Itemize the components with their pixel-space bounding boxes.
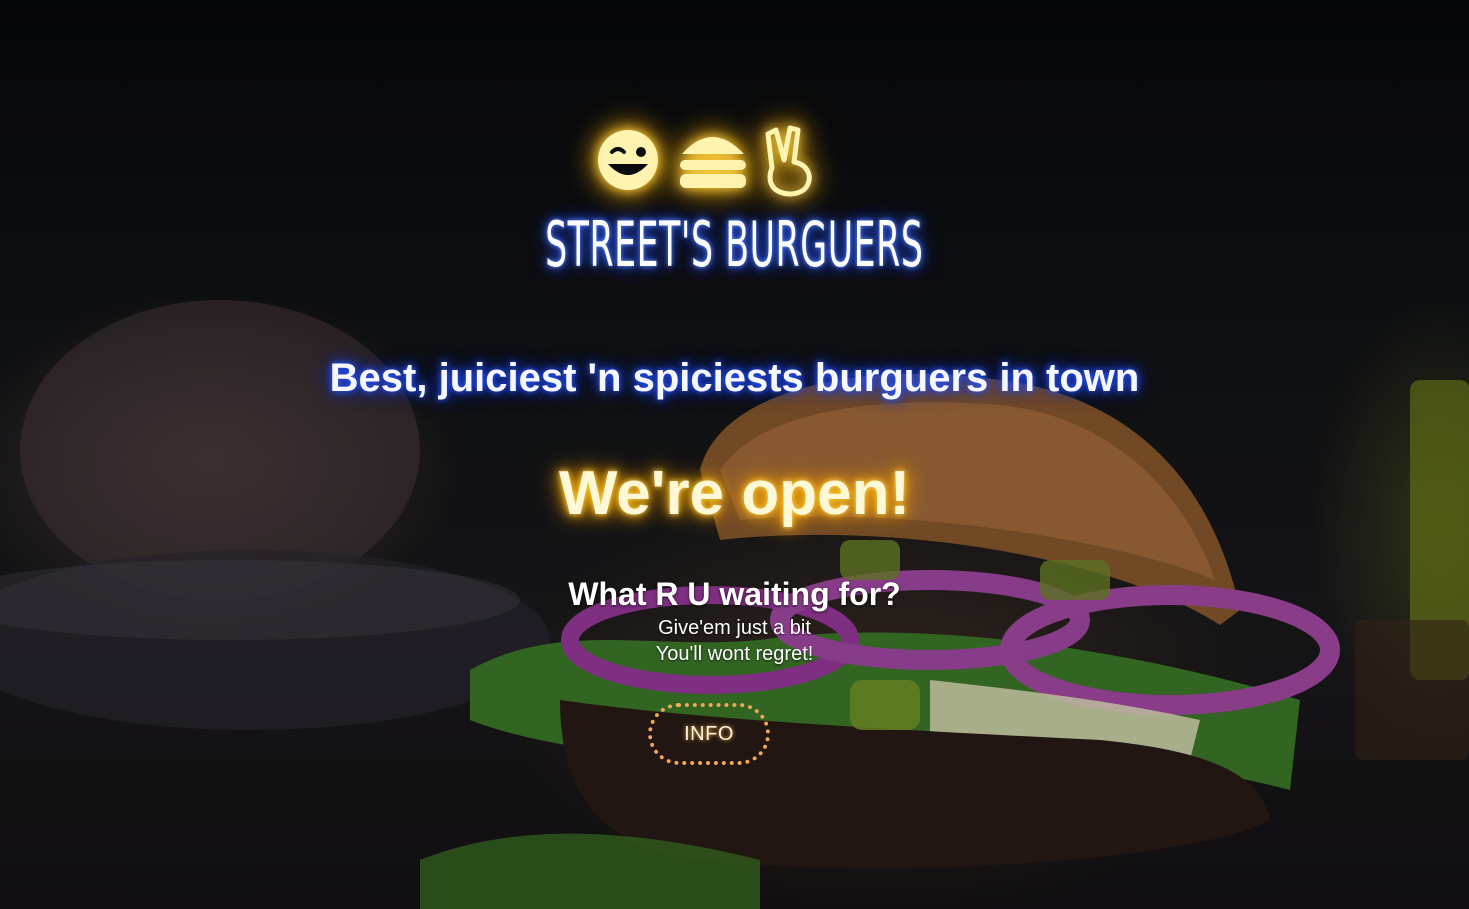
hero-section: STREET'S BURGUERS Best, juiciest 'n spic… bbox=[0, 0, 1469, 909]
tagline: Best, juiciest 'n spiciests burguers in … bbox=[329, 356, 1140, 400]
brand-title: STREET'S BURGUERS bbox=[545, 208, 924, 281]
call-to-action-line-1: Give'em just a bit bbox=[658, 617, 811, 639]
call-to-action-line-2: You'll wont regret! bbox=[655, 643, 814, 665]
burger-icon bbox=[680, 137, 746, 188]
logo-icons bbox=[594, 124, 824, 197]
info-button[interactable]: INFO bbox=[648, 703, 770, 765]
winking-face-icon bbox=[598, 130, 658, 190]
victory-hand-icon bbox=[765, 125, 812, 197]
open-status: We're open! bbox=[558, 459, 911, 528]
call-to-action-heading: What R U waiting for? bbox=[568, 576, 901, 612]
